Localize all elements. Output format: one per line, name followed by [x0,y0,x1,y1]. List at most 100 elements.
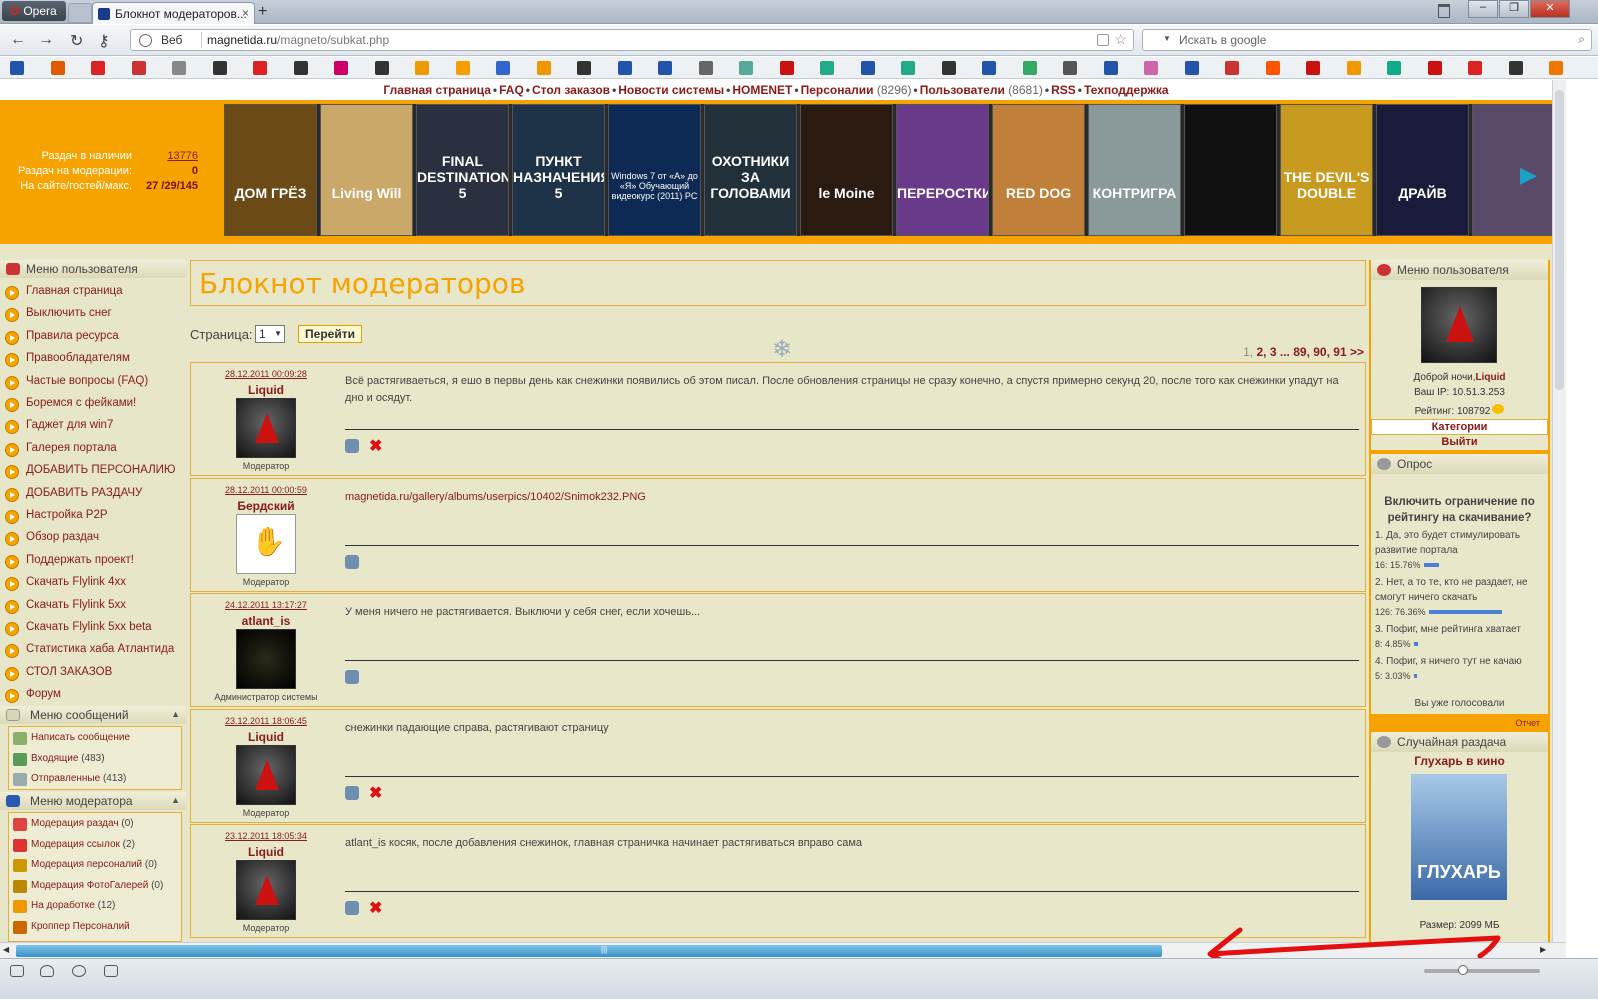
vertical-scrollbar[interactable] [1552,80,1566,942]
moderator-menu-header[interactable]: Меню модератора ▲ [0,792,186,810]
unite-icon[interactable] [72,965,86,977]
poster-item[interactable]: Windows 7 от «А» до «Я» Обучающий видеок… [608,104,701,236]
poster-item[interactable]: ОХОТНИКИ ЗА ГОЛОВАМИ [704,104,797,236]
collapse-icon[interactable]: ▲ [171,709,180,719]
poster-item[interactable]: ДРАЙВ [1376,104,1469,236]
poster-item[interactable]: RED DOG [992,104,1085,236]
bookmark-icon[interactable] [1103,61,1118,75]
poster-item[interactable]: le Moine [800,104,893,236]
left-menu-item[interactable]: ДОБАВИТЬ ПЕРСОНАЛИЮ [0,461,186,483]
post-avatar[interactable] [236,744,296,805]
poster-item[interactable] [1184,104,1277,236]
post-link[interactable]: magnetida.ru/gallery/albums/userpics/104… [345,489,1357,506]
cloud-icon[interactable] [40,965,54,977]
bookmark-star-icon[interactable]: ☆ [1114,31,1127,48]
bookmark-icon[interactable] [415,61,429,75]
left-menu-item[interactable]: Правила ресурса [0,327,186,349]
poster-item[interactable]: ДОМ ГРЁЗ [224,104,317,236]
post-date[interactable]: 24.12.2011 13:17:27 [191,600,341,610]
opera-menu-button[interactable]: O Opera [2,1,66,21]
bookmark-icon[interactable] [739,61,753,75]
nav-link[interactable]: Новости системы [618,83,724,97]
bookmark-icon[interactable] [10,61,24,75]
close-window-button[interactable]: ✕ [1530,0,1570,18]
bookmark-icon[interactable] [253,61,267,75]
bookmark-icon[interactable] [1184,61,1199,75]
collapse-icon[interactable]: ▲ [171,795,180,805]
nav-link[interactable]: FAQ [499,83,524,97]
bookmark-icon[interactable] [617,61,632,75]
moderator-item[interactable]: Модерация ссылок (2) [9,836,183,856]
minimize-button[interactable]: – [1468,0,1498,18]
bookmark-icon[interactable] [577,61,591,75]
bookmark-icon[interactable] [658,61,672,75]
bookmark-icon[interactable] [820,61,834,75]
tab-close-icon[interactable]: × [242,6,249,20]
post-avatar[interactable] [236,513,296,574]
address-field[interactable]: Веб magnetida.ru/magneto/subkat.php ☆ [130,29,1134,51]
bookmark-icon[interactable] [1346,61,1361,75]
bookmark-icon[interactable] [374,61,389,75]
stat-available-value[interactable]: 13776 [142,150,198,162]
go-button[interactable]: Перейти [298,325,362,343]
carousel-next-icon[interactable]: ▶ [1520,162,1537,188]
bookmark-icon[interactable] [496,61,510,75]
page-link[interactable]: >> [1350,345,1364,359]
post-author[interactable]: Liquid [191,845,341,859]
delete-icon[interactable]: ✖ [369,898,382,918]
post-author[interactable]: Liquid [191,730,341,744]
scroll-right-icon[interactable]: ▶ [1540,945,1546,954]
forward-icon[interactable]: → [38,31,54,49]
post-date[interactable]: 28.12.2011 00:00:59 [191,485,341,495]
bookmark-icon[interactable] [1387,61,1401,75]
poster-item[interactable]: КОНТРИГРА [1088,104,1181,236]
poll-report-link[interactable]: Отчет [1515,718,1540,728]
bookmark-icon[interactable] [1427,61,1442,75]
zoom-slider[interactable] [1424,965,1540,975]
horizontal-scroll-thumb[interactable]: ||| [16,945,1162,957]
post-date[interactable]: 23.12.2011 18:06:45 [191,716,341,726]
left-menu-item[interactable]: СТОЛ ЗАКАЗОВ [0,663,186,685]
quote-icon[interactable] [345,554,359,569]
messages-item[interactable]: Написать сообщение [9,729,183,749]
search-engine-dropdown-icon[interactable]: ▼ [1163,34,1171,43]
bookmark-icon[interactable] [293,61,308,75]
bookmark-icon[interactable] [1508,61,1523,75]
nav-link[interactable]: HOMENET [732,83,792,97]
random-release-title[interactable]: Глухарь в кино [1371,754,1548,768]
rss-icon[interactable] [1097,34,1109,46]
bookmark-icon[interactable] [212,61,227,75]
left-menu-item[interactable]: Гаджет для win7 [0,416,186,438]
left-menu-item[interactable]: Боремся с фейками! [0,394,186,416]
bookmark-icon[interactable] [1063,61,1077,75]
bookmark-icon[interactable] [901,61,915,75]
post-author[interactable]: atlant_is [191,614,341,628]
quote-icon[interactable] [345,439,359,453]
nav-link[interactable]: Стол заказов [532,83,610,97]
left-menu-item[interactable]: Частые вопросы (FAQ) [0,372,186,394]
nav-link[interactable]: Персоналии [801,83,874,97]
bookmark-icon[interactable] [455,61,470,75]
delete-icon[interactable]: ✖ [369,436,382,456]
page-link[interactable]: 3 [1270,345,1277,359]
bookmark-icon[interactable] [91,61,105,75]
messages-item[interactable]: Входящие (483) [9,750,183,770]
messages-menu-header[interactable]: Меню сообщений ▲ [0,706,186,724]
bookmark-icon[interactable] [779,61,794,75]
left-menu-item[interactable]: Статистика хаба Атлантида [0,640,186,662]
left-menu-item[interactable]: Главная страница [0,282,186,304]
post-avatar[interactable] [236,398,296,458]
logout-link[interactable]: Выйти [1371,436,1548,448]
poster-item[interactable]: ПЕРЕРОСТКИ [896,104,989,236]
bookmark-icon[interactable] [334,61,348,75]
left-menu-item[interactable]: Выключить снег [0,304,186,326]
search-input[interactable]: ▼ Искать в google ⌕ [1142,29,1592,51]
bookmark-icon[interactable] [982,61,996,75]
left-menu-item[interactable]: Форум [0,685,186,707]
poster-item[interactable] [1472,104,1552,236]
bookmark-icon[interactable] [1144,61,1158,75]
page-link[interactable]: 2, [1256,345,1266,359]
left-menu-item[interactable]: Скачать Flylink 5xx [0,596,186,618]
new-tab-button[interactable]: + [258,3,267,21]
bookmark-icon[interactable] [536,61,551,75]
